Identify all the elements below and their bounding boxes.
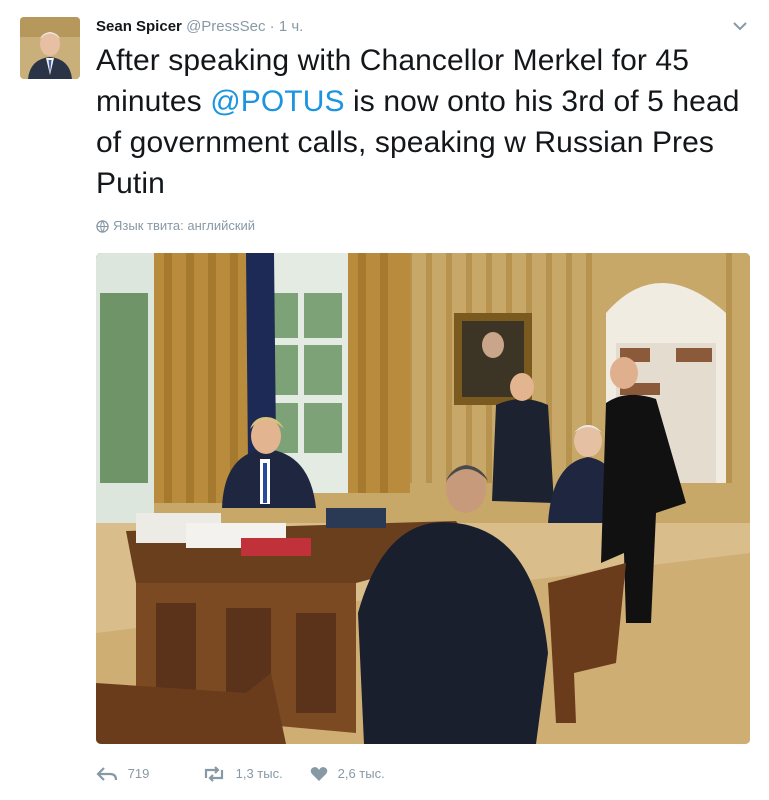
language-label: Язык твита: английский	[113, 218, 256, 233]
mention-link[interactable]: @POTUS	[210, 85, 344, 118]
reply-count: 719	[127, 766, 150, 781]
like-button[interactable]: 2,6 тыс.	[310, 762, 385, 786]
retweet-count: 1,3 тыс.	[235, 766, 283, 781]
reply-button[interactable]: 719	[96, 762, 149, 786]
chevron-down-icon[interactable]	[731, 16, 749, 36]
like-count: 2,6 тыс.	[337, 766, 385, 781]
avatar[interactable]	[20, 17, 80, 79]
globe-icon	[96, 220, 109, 238]
author-name[interactable]: Sean Spicer	[96, 18, 182, 35]
tweet-text: After speaking with Chancellor Merkel fo…	[96, 40, 756, 204]
retweet-button[interactable]: 1,3 тыс.	[202, 762, 283, 786]
tweet-timestamp[interactable]: 1 ч.	[279, 18, 304, 35]
heart-icon	[310, 766, 338, 781]
tweet-photo[interactable]	[96, 253, 750, 744]
author-handle[interactable]: @PressSec	[186, 18, 265, 35]
tweet-language[interactable]: Язык твита: английский	[96, 217, 255, 238]
reply-icon	[96, 766, 128, 781]
retweet-icon	[202, 766, 236, 782]
tweet-header: Sean Spicer @PressSec · 1 ч.	[96, 16, 749, 38]
header-separator: ·	[269, 18, 275, 35]
